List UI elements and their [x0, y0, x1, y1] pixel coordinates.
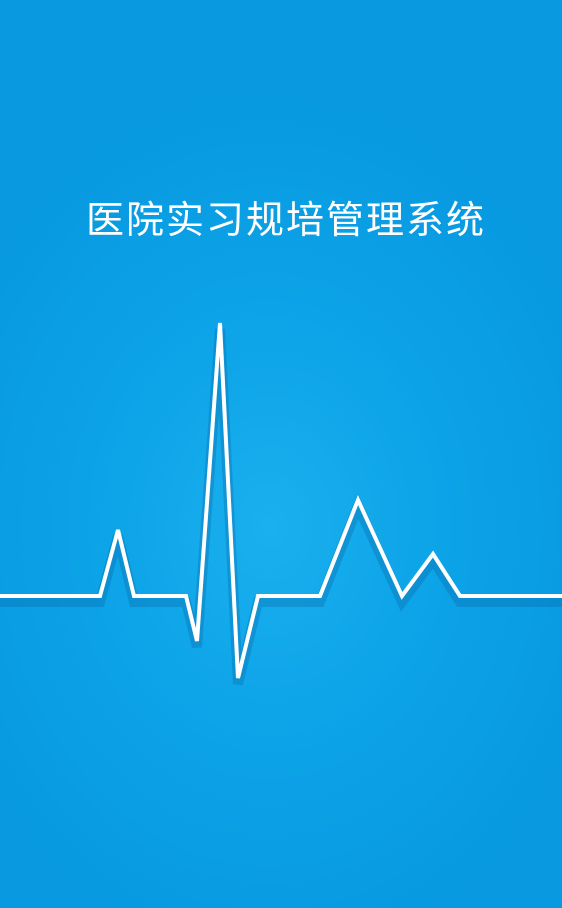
heartbeat-line: [0, 322, 562, 679]
heartbeat-line-shadow: [0, 328, 562, 686]
splash-screen: 医院实习规培管理系统: [0, 0, 562, 908]
heartbeat-icon: [0, 322, 562, 686]
